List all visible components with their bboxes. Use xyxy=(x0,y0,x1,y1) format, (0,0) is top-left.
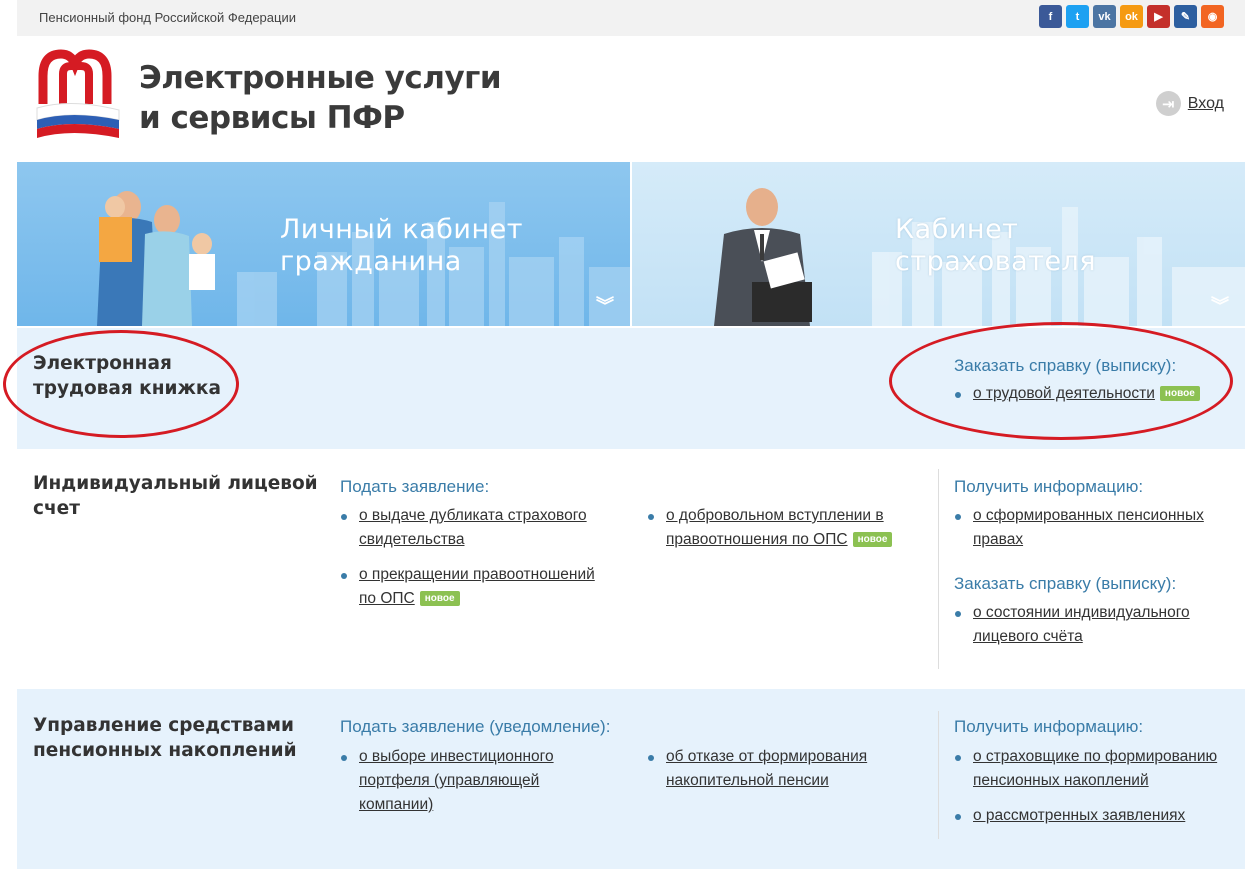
site-title-line2: и сервисы ПФР xyxy=(139,100,405,136)
bullet-icon xyxy=(341,573,347,579)
bullet-icon xyxy=(648,755,654,761)
column-divider xyxy=(938,711,939,839)
link-text[interactable]: по ОПС xyxy=(359,590,415,607)
twitter-icon[interactable]: t xyxy=(1066,5,1089,28)
site-title: Электронные услуги и сервисы ПФР xyxy=(139,58,502,138)
link-investment-portfolio[interactable]: о выборе инвестиционного портфеля (управ… xyxy=(340,745,554,817)
get-info-heading: Получить информацию: xyxy=(954,477,1144,496)
vk-icon[interactable]: vk xyxy=(1093,5,1116,28)
link-text[interactable]: накопительной пенсии xyxy=(666,772,829,789)
apply-notice-heading: Подать заявление (уведомление): xyxy=(340,717,611,736)
section-title-pension-savings: Управление средствами пенсионных накопле… xyxy=(33,713,297,763)
link-account-state[interactable]: о состоянии индивидуального лицевого счё… xyxy=(954,601,1190,649)
link-voluntary-entry[interactable]: о добровольном вступлении в правоотношен… xyxy=(647,504,893,552)
insurer-cabinet-title-line1: Кабинет xyxy=(895,214,1019,245)
livejournal-icon[interactable]: ✎ xyxy=(1174,5,1197,28)
chevron-down-icon[interactable]: ︾ xyxy=(596,298,614,316)
login-icon: ⇥ xyxy=(1155,91,1181,116)
apply-heading: Подать заявление: xyxy=(340,477,490,496)
link-reviewed-applications[interactable]: о рассмотренных заявлениях xyxy=(954,804,1185,828)
link-text[interactable]: об отказе от формирования xyxy=(666,748,867,765)
org-name: Пенсионный фонд Российской Федерации xyxy=(39,10,296,25)
social-links: f t vk ok ▶ ✎ ◉ xyxy=(1039,5,1224,28)
new-badge: новое xyxy=(419,591,460,606)
rss-icon[interactable]: ◉ xyxy=(1201,5,1224,28)
bullet-icon xyxy=(955,755,961,761)
link-text[interactable]: о прекращении правоотношений xyxy=(359,566,595,583)
insurer-cabinet-title[interactable]: Кабинет страхователя xyxy=(895,214,1096,278)
link-text[interactable]: правах xyxy=(973,531,1023,548)
link-terminate-relations[interactable]: о прекращении правоотношений по ОПС новое xyxy=(340,563,595,611)
bullet-icon xyxy=(341,755,347,761)
bullet-icon xyxy=(955,611,961,617)
odnoklassniki-icon[interactable]: ok xyxy=(1120,5,1143,28)
link-text[interactable]: пенсионных накоплений xyxy=(973,772,1149,789)
youtube-icon[interactable]: ▶ xyxy=(1147,5,1170,28)
citizen-cabinet-title-line2: гражданина xyxy=(280,246,462,277)
column-divider xyxy=(938,469,939,669)
site-header: Электронные услуги и сервисы ПФР ⇥ Вход xyxy=(17,36,1245,162)
link-insurer-info[interactable]: о страховщике по формированию пенсионных… xyxy=(954,745,1217,793)
citizen-cabinet-title-line1: Личный кабинет xyxy=(280,214,523,245)
insurer-cabinet-banner[interactable]: Кабинет страхователя ︾ xyxy=(632,162,1245,326)
get-info-heading: Получить информацию: xyxy=(954,717,1144,736)
link-pension-rights[interactable]: о сформированных пенсионных правах xyxy=(954,504,1204,552)
site-title-line1: Электронные услуги xyxy=(139,60,502,96)
section-title-line: Индивидуальный лицевой xyxy=(33,473,318,494)
link-text[interactable]: правоотношения по ОПС xyxy=(666,531,848,548)
link-text[interactable]: о выдаче дубликата страхового xyxy=(359,507,587,524)
bullet-icon xyxy=(955,514,961,520)
link-text[interactable]: о сформированных пенсионных xyxy=(973,507,1204,524)
businessman-photo xyxy=(714,188,812,326)
link-text[interactable]: о рассмотренных заявлениях xyxy=(973,807,1185,824)
link-text[interactable]: о выборе инвестиционного xyxy=(359,748,554,765)
facebook-icon[interactable]: f xyxy=(1039,5,1062,28)
insurer-cabinet-title-line2: страхователя xyxy=(895,246,1097,277)
section-title-line: счет xyxy=(33,498,80,519)
section-personal-account: Индивидуальный лицевой счет Подать заявл… xyxy=(17,449,1245,689)
annotation-oval-labor-book xyxy=(3,330,239,438)
link-text[interactable]: о добровольном вступлении в xyxy=(666,507,884,524)
citizen-cabinet-title[interactable]: Личный кабинет гражданина xyxy=(280,214,523,278)
pfr-logo[interactable] xyxy=(31,46,125,140)
link-text[interactable]: о состоянии индивидуального xyxy=(973,604,1190,621)
annotation-oval-order-statement xyxy=(889,322,1233,440)
family-photo xyxy=(97,191,215,326)
chevron-down-icon[interactable]: ︾ xyxy=(1211,298,1229,316)
bullet-icon xyxy=(955,814,961,820)
section-title-line: Управление средствами xyxy=(33,715,294,736)
link-text[interactable]: свидетельства xyxy=(359,531,464,548)
link-text[interactable]: компании) xyxy=(359,796,433,813)
link-duplicate-certificate[interactable]: о выдаче дубликата страхового свидетельс… xyxy=(340,504,587,552)
link-text[interactable]: лицевого счёта xyxy=(973,628,1083,645)
section-title-personal-account: Индивидуальный лицевой счет xyxy=(33,471,318,521)
section-title-line: пенсионных накоплений xyxy=(33,740,297,761)
login-link[interactable]: Вход xyxy=(1188,95,1224,113)
bullet-icon xyxy=(341,514,347,520)
bullet-icon xyxy=(648,514,654,520)
top-bar: Пенсионный фонд Российской Федерации f t… xyxy=(17,0,1245,36)
order-statement-heading: Заказать справку (выписку): xyxy=(954,574,1177,593)
link-text[interactable]: портфеля (управляющей xyxy=(359,772,539,789)
link-refuse-funded-pension[interactable]: об отказе от формирования накопительной … xyxy=(647,745,867,793)
new-badge: новое xyxy=(852,532,893,547)
login-button[interactable]: ⇥ Вход xyxy=(1155,91,1224,116)
citizen-cabinet-banner[interactable]: Личный кабинет гражданина ︾ xyxy=(17,162,630,326)
link-text[interactable]: о страховщике по формированию xyxy=(973,748,1217,765)
section-pension-savings: Управление средствами пенсионных накопле… xyxy=(17,689,1245,869)
